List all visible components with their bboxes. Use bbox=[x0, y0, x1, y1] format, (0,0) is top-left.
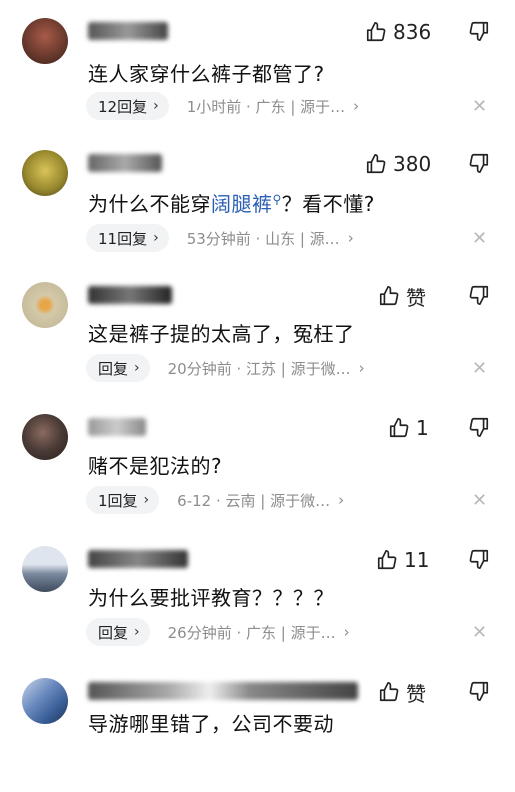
comment-item: 380 为什么不能穿阔腿裤⚲？看不懂? 11回复 › 53分钟前 · 山东 | … bbox=[0, 132, 515, 264]
replies-label: 回复 bbox=[98, 623, 129, 642]
comment-meta: 1回复 › 6-12 · 云南 | 源于微… › bbox=[86, 486, 344, 514]
chevron-right-icon: › bbox=[134, 360, 140, 376]
comment-time-location: 53分钟前 · 山东 | 源… bbox=[186, 229, 340, 248]
chevron-right-icon: › bbox=[143, 492, 150, 508]
comment-time-location: 20分钟前 · 江苏 | 源于微… bbox=[167, 359, 351, 378]
replies-button[interactable]: 回复 › bbox=[86, 354, 150, 382]
like-count: 380 bbox=[393, 152, 432, 176]
avatar[interactable] bbox=[22, 546, 68, 592]
like-count: 赞 bbox=[406, 285, 426, 310]
like-count: 836 bbox=[393, 20, 432, 44]
thumbs-down-icon[interactable] bbox=[468, 680, 490, 702]
replies-button[interactable]: 12回复 › bbox=[86, 92, 169, 120]
thumbs-down-icon[interactable] bbox=[468, 152, 490, 174]
chevron-right-icon: › bbox=[134, 624, 140, 640]
comment-item: 赞 导游哪里错了，公司不要动 bbox=[0, 660, 515, 792]
comment-text: 导游哪里错了，公司不要动 bbox=[88, 708, 334, 737]
like-button[interactable]: 836 bbox=[365, 18, 431, 46]
chevron-right-icon[interactable]: › bbox=[359, 359, 365, 377]
thumbs-down-icon[interactable] bbox=[468, 416, 490, 438]
comment-time-location: 1小时前 · 广东 | 源于… bbox=[186, 97, 346, 116]
thumbs-up-icon bbox=[389, 418, 409, 438]
close-icon[interactable]: ✕ bbox=[472, 622, 487, 643]
chevron-right-icon: › bbox=[153, 98, 159, 114]
comment-item: 1 赌不是犯法的? 1回复 › 6-12 · 云南 | 源于微… › ✕ bbox=[0, 396, 515, 528]
username-blurred[interactable] bbox=[88, 418, 146, 436]
thumbs-up-icon bbox=[379, 286, 399, 306]
search-icon[interactable]: ⚲ bbox=[273, 192, 282, 206]
comment-text: 赌不是犯法的? bbox=[88, 450, 222, 479]
replies-button[interactable]: 1回复 › bbox=[86, 486, 160, 514]
username-blurred[interactable] bbox=[88, 22, 168, 40]
comment-text-part: ？看不懂? bbox=[281, 192, 375, 216]
replies-label: 回复 bbox=[98, 359, 129, 378]
comment-meta: 回复 › 20分钟前 · 江苏 | 源于微… › bbox=[86, 354, 365, 382]
replies-label: 11回复 bbox=[98, 229, 148, 248]
close-icon[interactable]: ✕ bbox=[472, 358, 487, 379]
like-button[interactable]: 11 bbox=[376, 546, 429, 574]
like-count: 赞 bbox=[406, 681, 426, 706]
avatar[interactable] bbox=[22, 678, 68, 724]
thumbs-up-icon bbox=[366, 22, 386, 42]
comment-text: 为什么不能穿阔腿裤⚲？看不懂? bbox=[88, 188, 375, 217]
chevron-right-icon[interactable]: › bbox=[348, 229, 354, 247]
thumbs-up-icon bbox=[379, 682, 399, 702]
comment-item: 11 为什么要批评教育？？？？ 回复 › 26分钟前 · 广东 | 源于… › … bbox=[0, 528, 515, 660]
thumbs-up-icon bbox=[366, 154, 386, 174]
comment-text-part: 为什么不能穿 bbox=[88, 192, 211, 216]
username-blurred[interactable] bbox=[88, 550, 188, 568]
username-blurred[interactable] bbox=[88, 154, 162, 172]
chevron-right-icon[interactable]: › bbox=[344, 623, 350, 641]
comment-text: 这是裤子提的太高了，冤枉了 bbox=[88, 318, 355, 347]
close-icon[interactable]: ✕ bbox=[472, 228, 487, 249]
close-icon[interactable]: ✕ bbox=[472, 96, 487, 117]
comment-item: 836 连人家穿什么裤子都管了? 12回复 › 1小时前 · 广东 | 源于… … bbox=[0, 0, 515, 132]
comment-text-part: 这是裤子提的太高了，冤枉了 bbox=[88, 322, 355, 346]
thumbs-down-icon[interactable] bbox=[468, 284, 490, 306]
like-button[interactable]: 380 bbox=[365, 150, 431, 178]
avatar[interactable] bbox=[22, 150, 68, 196]
like-button[interactable]: 赞 bbox=[378, 282, 426, 310]
search-keyword-link[interactable]: 阔腿裤 bbox=[211, 192, 273, 216]
replies-button[interactable]: 回复 › bbox=[86, 618, 150, 646]
like-count: 11 bbox=[404, 548, 430, 572]
comment-text-part: 赌不是犯法的? bbox=[88, 454, 223, 478]
comment-item: 赞 这是裤子提的太高了，冤枉了 回复 › 20分钟前 · 江苏 | 源于微… ›… bbox=[0, 264, 515, 396]
username-blurred[interactable] bbox=[88, 286, 172, 304]
comment-text: 为什么要批评教育？？？？ bbox=[88, 582, 334, 611]
comment-time-location: 26分钟前 · 广东 | 源于… bbox=[167, 623, 336, 642]
replies-label: 1回复 bbox=[98, 491, 138, 510]
comment-time-location: 6-12 · 云南 | 源于微… bbox=[177, 491, 331, 510]
comment-text-part: 连人家穿什么裤子都管了? bbox=[88, 62, 325, 86]
replies-label: 12回复 bbox=[98, 97, 148, 116]
thumbs-up-icon bbox=[377, 550, 397, 570]
username-blurred[interactable] bbox=[88, 682, 358, 700]
avatar[interactable] bbox=[22, 18, 68, 64]
avatar[interactable] bbox=[22, 414, 68, 460]
comment-meta: 12回复 › 1小时前 · 广东 | 源于… › bbox=[86, 92, 359, 120]
chevron-right-icon[interactable]: › bbox=[338, 491, 344, 509]
comment-text: 连人家穿什么裤子都管了? bbox=[88, 58, 325, 87]
comment-text-part: 导游哪里错了，公司不要动 bbox=[88, 712, 334, 736]
like-button[interactable]: 赞 bbox=[378, 678, 426, 706]
like-count: 1 bbox=[416, 416, 429, 440]
chevron-right-icon[interactable]: › bbox=[353, 97, 359, 115]
close-icon[interactable]: ✕ bbox=[472, 490, 487, 511]
like-button[interactable]: 1 bbox=[388, 414, 429, 442]
comment-meta: 11回复 › 53分钟前 · 山东 | 源… › bbox=[86, 224, 354, 252]
chevron-right-icon: › bbox=[153, 230, 159, 246]
avatar[interactable] bbox=[22, 282, 68, 328]
thumbs-down-icon[interactable] bbox=[468, 548, 490, 570]
comment-text-part: 为什么要批评教育？？？？ bbox=[88, 586, 334, 610]
thumbs-down-icon[interactable] bbox=[468, 20, 490, 42]
replies-button[interactable]: 11回复 › bbox=[86, 224, 169, 252]
comment-meta: 回复 › 26分钟前 · 广东 | 源于… › bbox=[86, 618, 350, 646]
